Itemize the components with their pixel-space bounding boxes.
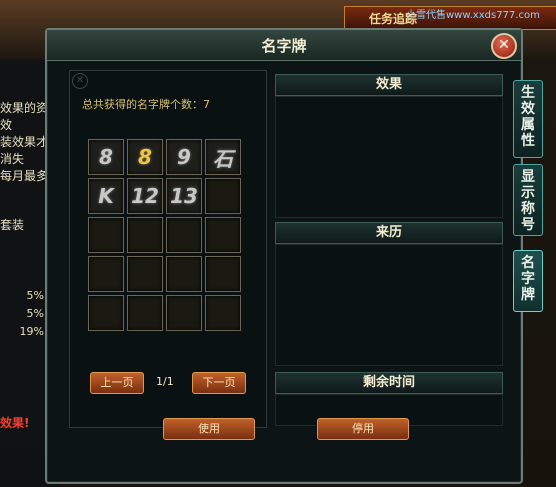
name-plate-grid: 8 8 9 石 K 12 13: [88, 139, 244, 331]
origin-header: 来历: [275, 222, 503, 244]
origin-content: [275, 244, 503, 366]
name-plate-list-panel: ✕ 总共获得的名字牌个数：7 8 8 9 石 K 12 13 上一页 1/1 下一页: [69, 70, 267, 428]
empty-slot[interactable]: [166, 295, 202, 331]
empty-slot[interactable]: [166, 256, 202, 292]
name-plate-slot[interactable]: K: [88, 178, 124, 214]
tab-label: 显示称号: [521, 169, 535, 233]
empty-slot[interactable]: [166, 217, 202, 253]
tab-effect-attributes[interactable]: 生效属性: [513, 80, 543, 158]
empty-slot[interactable]: [88, 256, 124, 292]
bg-red-text: 效果!: [0, 416, 30, 430]
tab-label: 名字牌: [521, 255, 535, 303]
name-plate-slot[interactable]: 12: [127, 178, 163, 214]
next-page-button[interactable]: 下一页: [192, 372, 246, 394]
disable-button[interactable]: 停用: [317, 418, 409, 440]
empty-slot[interactable]: [205, 256, 241, 292]
name-plate-slot[interactable]: 9: [166, 139, 202, 175]
close-button[interactable]: ✕: [491, 33, 517, 59]
empty-slot[interactable]: [205, 295, 241, 331]
name-plate-window: 名字牌 ✕ ✕ 总共获得的名字牌个数：7 8 8 9 石 K 12 13 上一页 1/1 下…: [45, 28, 523, 484]
name-plate-slot[interactable]: 8: [127, 139, 163, 175]
empty-slot[interactable]: [88, 295, 124, 331]
name-plate-slot[interactable]: 13: [166, 178, 202, 214]
empty-slot[interactable]: [127, 217, 163, 253]
page-indicator: 1/1: [156, 375, 174, 388]
watermark: 小雪代售www.xxds777.com: [406, 10, 540, 21]
tab-label: 生效属性: [521, 85, 535, 149]
use-button[interactable]: 使用: [163, 418, 255, 440]
empty-slot[interactable]: [127, 256, 163, 292]
window-titlebar[interactable]: 名字牌 ✕: [47, 30, 521, 61]
plate-count-text: 总共获得的名字牌个数：7: [82, 98, 210, 111]
name-plate-slot[interactable]: 石: [205, 139, 241, 175]
tab-name-plate[interactable]: 名字牌: [513, 250, 543, 312]
tab-display-title[interactable]: 显示称号: [513, 164, 543, 236]
effect-content: [275, 96, 503, 218]
name-plate-slot[interactable]: 8: [88, 139, 124, 175]
window-title: 名字牌: [261, 37, 307, 55]
empty-slot[interactable]: [88, 217, 124, 253]
prev-page-button[interactable]: 上一页: [90, 372, 144, 394]
empty-slot[interactable]: [205, 178, 241, 214]
close-icon: ✕: [72, 73, 88, 89]
empty-slot[interactable]: [205, 217, 241, 253]
empty-slot[interactable]: [127, 295, 163, 331]
remaining-time-header: 剩余时间: [275, 372, 503, 394]
effect-header: 效果: [275, 74, 503, 96]
bg-set-label: 套装: [0, 218, 25, 232]
